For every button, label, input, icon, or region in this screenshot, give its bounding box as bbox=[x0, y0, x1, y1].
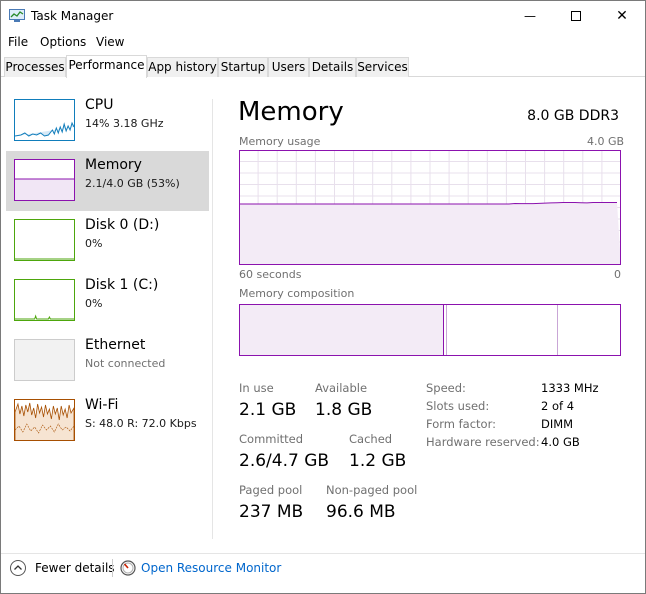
committed-value: 2.6/4.7 GB bbox=[239, 451, 330, 471]
fewer-details-link[interactable]: Fewer details bbox=[35, 561, 115, 575]
memory-composition-graph bbox=[239, 304, 621, 356]
fewer-details-button[interactable] bbox=[10, 560, 26, 576]
time-span-label: 60 seconds bbox=[239, 268, 302, 281]
cached-label: Cached bbox=[349, 432, 393, 446]
sidebar-item-name: CPU bbox=[85, 97, 114, 113]
close-icon: ✕ bbox=[616, 8, 628, 24]
chevron-up-icon bbox=[14, 565, 22, 570]
menu-view[interactable]: View bbox=[96, 35, 124, 49]
committed-label: Committed bbox=[239, 432, 304, 446]
sidebar-item-detail: S: 48.0 R: 72.0 Kbps bbox=[85, 417, 197, 430]
paged-pool-label: Paged pool bbox=[239, 483, 303, 497]
tab-app-history[interactable]: App history bbox=[147, 57, 218, 77]
open-resource-monitor-link[interactable]: Open Resource Monitor bbox=[141, 561, 281, 575]
slots-used-label: Slots used: bbox=[426, 399, 490, 413]
form-factor-label: Form factor: bbox=[426, 417, 496, 431]
tab-services[interactable]: Services bbox=[356, 57, 409, 77]
sidebar-item-ethernet[interactable]: Ethernet Not connected bbox=[6, 331, 209, 391]
form-factor-value: DIMM bbox=[541, 417, 574, 431]
sidebar-item-detail: 14% 3.18 GHz bbox=[85, 117, 164, 130]
sidebar-item-memory[interactable]: Memory 2.1/4.0 GB (53%) bbox=[6, 151, 209, 211]
resource-monitor-icon bbox=[120, 560, 136, 576]
sidebar-item-detail: Not connected bbox=[85, 357, 166, 370]
task-manager-window: Task Manager — ✕ File Options View Proce… bbox=[0, 0, 646, 594]
in-use-value: 2.1 GB bbox=[239, 400, 297, 420]
task-manager-icon bbox=[9, 9, 25, 22]
speed-label: Speed: bbox=[426, 381, 466, 395]
memory-spec: 8.0 GB DDR3 bbox=[527, 108, 619, 124]
tab-users[interactable]: Users bbox=[268, 57, 309, 77]
time-end-label: 0 bbox=[614, 268, 621, 281]
tab-details[interactable]: Details bbox=[309, 57, 356, 77]
sidebar-item-cpu[interactable]: CPU 14% 3.18 GHz bbox=[6, 91, 209, 151]
menu-options[interactable]: Options bbox=[40, 35, 86, 49]
sidebar-item-name: Disk 1 (C:) bbox=[85, 277, 159, 293]
tab-strip: Processes Performance App history Startu… bbox=[1, 55, 645, 78]
speed-value: 1333 MHz bbox=[541, 381, 599, 395]
cpu-thumbnail-graph bbox=[14, 99, 75, 141]
disk-1-thumbnail-graph bbox=[14, 279, 75, 321]
memory-usage-label: Memory usage bbox=[239, 135, 321, 148]
available-value: 1.8 GB bbox=[315, 400, 373, 420]
available-label: Available bbox=[315, 381, 368, 395]
sidebar-item-detail: 0% bbox=[85, 237, 103, 250]
resource-sidebar: CPU 14% 3.18 GHz Memory 2.1/4.0 GB (53%)… bbox=[1, 91, 213, 541]
menu-file[interactable]: File bbox=[8, 35, 28, 49]
memory-composition-label: Memory composition bbox=[239, 287, 355, 300]
hardware-reserved-value: 4.0 GB bbox=[541, 435, 580, 449]
disk-0-thumbnail-graph bbox=[14, 219, 75, 261]
sidebar-item-name: Memory bbox=[85, 157, 142, 173]
close-button[interactable]: ✕ bbox=[599, 1, 645, 31]
hardware-reserved-label: Hardware reserved: bbox=[426, 435, 540, 449]
footer-separator bbox=[112, 559, 113, 577]
cached-value: 1.2 GB bbox=[349, 451, 407, 471]
tab-processes[interactable]: Processes bbox=[4, 57, 66, 77]
footer-bar: Fewer details Open Resource Monitor bbox=[1, 553, 645, 585]
memory-thumbnail-graph bbox=[14, 159, 75, 201]
maximize-button[interactable] bbox=[553, 1, 599, 31]
sidebar-item-disk-0[interactable]: Disk 0 (D:) 0% bbox=[6, 211, 209, 271]
sidebar-divider bbox=[212, 99, 213, 539]
maximize-icon bbox=[571, 11, 581, 21]
ethernet-thumbnail-graph bbox=[14, 339, 75, 381]
composition-standby[interactable] bbox=[448, 305, 558, 355]
tab-startup[interactable]: Startup bbox=[218, 57, 268, 77]
sidebar-item-disk-1[interactable]: Disk 1 (C:) 0% bbox=[6, 271, 209, 331]
slots-used-value: 2 of 4 bbox=[541, 399, 575, 413]
composition-in-use[interactable] bbox=[240, 305, 444, 355]
sidebar-item-name: Wi-Fi bbox=[85, 397, 119, 413]
title-bar: Task Manager — ✕ bbox=[1, 1, 645, 31]
minimize-button[interactable]: — bbox=[507, 1, 553, 31]
sidebar-item-detail: 2.1/4.0 GB (53%) bbox=[85, 177, 180, 190]
page-title: Memory bbox=[238, 97, 344, 127]
composition-free[interactable] bbox=[559, 305, 620, 355]
menu-bar: File Options View bbox=[1, 32, 645, 52]
sidebar-item-name: Ethernet bbox=[85, 337, 146, 353]
non-paged-pool-value: 96.6 MB bbox=[326, 502, 396, 522]
composition-modified[interactable] bbox=[445, 305, 447, 355]
non-paged-pool-label: Non-paged pool bbox=[326, 483, 418, 497]
tab-performance[interactable]: Performance bbox=[66, 55, 147, 78]
window-title: Task Manager bbox=[31, 9, 114, 23]
wifi-thumbnail-graph bbox=[14, 399, 75, 441]
memory-usage-max: 4.0 GB bbox=[587, 135, 625, 148]
sidebar-item-detail: 0% bbox=[85, 297, 103, 310]
sidebar-item-name: Disk 0 (D:) bbox=[85, 217, 160, 233]
in-use-label: In use bbox=[239, 381, 274, 395]
memory-usage-graph bbox=[239, 150, 621, 265]
minimize-icon: — bbox=[524, 9, 536, 23]
paged-pool-value: 237 MB bbox=[239, 502, 304, 522]
sidebar-item-wifi[interactable]: Wi-Fi S: 48.0 R: 72.0 Kbps bbox=[6, 391, 209, 451]
